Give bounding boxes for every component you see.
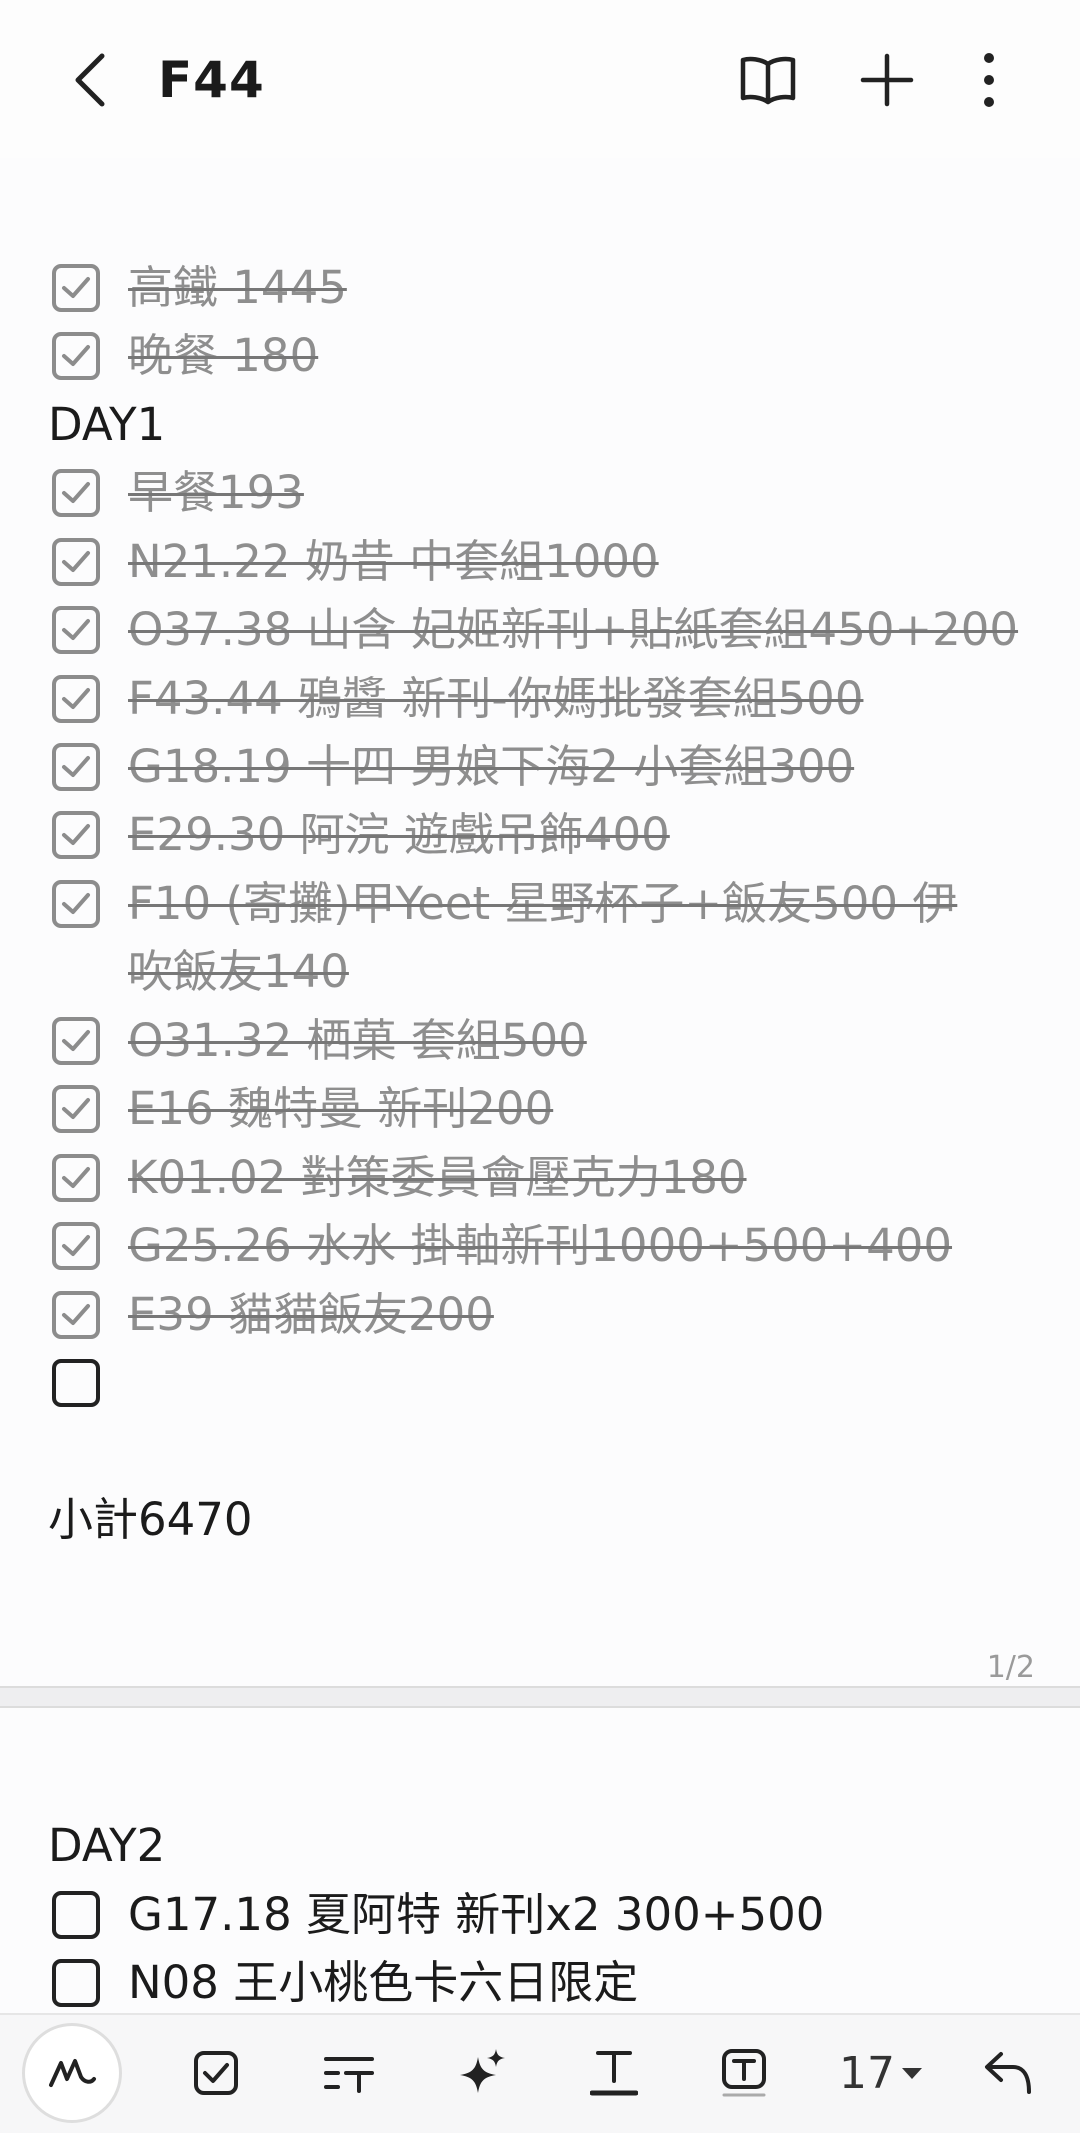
checkmark-icon (62, 277, 90, 298)
book-view-icon (740, 56, 796, 105)
checklist-item-text[interactable]: N21.22 奶昔 中套組1000 (128, 529, 659, 595)
checked-checkbox[interactable] (52, 1017, 100, 1065)
text-box-button[interactable] (700, 2029, 788, 2117)
checkmark-icon (62, 688, 90, 709)
section-heading-day1[interactable]: DAY1 (48, 392, 165, 458)
checklist-item-text[interactable]: G18.19 十四 男娘下海2 小套組300 (128, 734, 854, 800)
add-icon (860, 53, 914, 107)
checklist-item-text[interactable]: F10 (寄攤)甲Yeet 星野杯子+飯友500 伊 (128, 871, 957, 937)
chevron-left-icon (75, 53, 105, 107)
checked-checkbox[interactable] (52, 743, 100, 791)
unchecked-checkbox[interactable] (52, 1359, 100, 1407)
checkbox-icon (194, 2051, 238, 2095)
checkmark-icon (62, 482, 90, 503)
section-heading-day2[interactable]: DAY2 (48, 1813, 165, 1879)
pen-icon (49, 2059, 96, 2087)
checked-checkbox[interactable] (52, 264, 100, 312)
checkmark-icon (62, 1167, 90, 1188)
checked-checkbox[interactable] (52, 538, 100, 586)
checked-checkbox[interactable] (52, 811, 100, 859)
checklist-item-text[interactable]: G17.18 夏阿特 新刊x2 300+500 (128, 1882, 824, 1948)
font-size-value: 17 (839, 2047, 895, 2099)
page-separator (0, 1686, 1080, 1708)
checklist-item-text[interactable]: 早餐193 (128, 460, 304, 526)
checklist-item-text[interactable]: 晚餐 180 (128, 323, 318, 389)
checked-checkbox[interactable] (52, 332, 100, 380)
page-indicator: 1/2 (986, 1650, 1035, 1685)
checklist-item-text-wrap[interactable]: 吹飯友140 (128, 939, 349, 1005)
checkmark-icon (62, 1235, 90, 1256)
checkmark-icon (62, 893, 90, 914)
undo-button[interactable] (964, 2029, 1052, 2117)
checklist-item-text[interactable]: F43.44 鴉醬 新刊-你媽批發套組500 (128, 666, 863, 732)
ai-sparkle-icon (460, 2049, 505, 2093)
checkmark-icon (62, 1030, 90, 1051)
text-style-button[interactable] (305, 2029, 393, 2117)
checklist-item-text[interactable]: E16 魏特曼 新刊200 (128, 1076, 553, 1142)
checkmark-icon (62, 1098, 90, 1119)
font-size-selector[interactable]: 17 (826, 2029, 936, 2117)
checklist-item-text[interactable]: N08 王小桃色卡六日限定 (128, 1950, 638, 2016)
more-vertical-icon (984, 53, 994, 107)
checklist-item-text[interactable]: 高鐵 1445 (128, 255, 347, 321)
subtotal-text[interactable]: 小計6470 (48, 1487, 253, 1553)
undo-icon (985, 2052, 1031, 2094)
checklist-item-text[interactable]: E29.30 阿浣 遊戲吊飾400 (128, 802, 670, 868)
checklist-item-text[interactable]: O37.38 山含 妃姬新刊+貼紙套組450+200 (128, 597, 1018, 663)
text-format-button[interactable] (570, 2029, 658, 2117)
checked-checkbox[interactable] (52, 880, 100, 928)
text-format-icon (590, 2051, 638, 2096)
note-title: F44 (158, 51, 265, 109)
checkmark-icon (62, 551, 90, 572)
back-button[interactable] (60, 45, 120, 115)
pen-mode-button[interactable] (22, 2023, 122, 2123)
checklist-item-text[interactable]: O31.32 栖菓 套組500 (128, 1008, 587, 1074)
checked-checkbox[interactable] (52, 606, 100, 654)
text-style-icon (324, 2057, 374, 2093)
note-page-1: 高鐵 1445 晚餐 180 DAY1 早餐193 N21.22 奶昔 中套組1… (0, 158, 1080, 1690)
add-button[interactable] (852, 45, 922, 115)
checked-checkbox[interactable] (52, 1085, 100, 1133)
checkbox-button[interactable] (172, 2029, 260, 2117)
unchecked-checkbox[interactable] (52, 1891, 100, 1939)
checked-checkbox[interactable] (52, 1291, 100, 1339)
more-options-button[interactable] (954, 45, 1024, 115)
text-box-icon (722, 2049, 766, 2097)
checkmark-icon (62, 345, 90, 366)
checklist-item-text[interactable]: E39 貓貓飯友200 (128, 1282, 494, 1348)
checkmark-icon (62, 1304, 90, 1325)
app-header: F44 (0, 0, 1080, 160)
ai-assist-button[interactable] (438, 2029, 526, 2117)
checked-checkbox[interactable] (52, 1154, 100, 1202)
checklist-item-text[interactable]: K01.02 對策委員會壓克力180 (128, 1145, 747, 1211)
checked-checkbox[interactable] (52, 469, 100, 517)
bottom-toolbar: 17 (0, 2013, 1080, 2133)
book-view-button[interactable] (733, 45, 803, 115)
dropdown-arrow-icon (902, 2068, 922, 2079)
checked-checkbox[interactable] (52, 675, 100, 723)
checkmark-icon (62, 824, 90, 845)
checkmark-icon (62, 619, 90, 640)
checkmark-icon (62, 756, 90, 777)
checklist-item-text[interactable]: G25.26 水水 掛軸新刊1000+500+400 (128, 1213, 952, 1279)
note-page-2: DAY2 G17.18 夏阿特 新刊x2 300+500 N08 王小桃色卡六日… (0, 1708, 1080, 2013)
unchecked-checkbox[interactable] (52, 1959, 100, 2007)
checked-checkbox[interactable] (52, 1222, 100, 1270)
